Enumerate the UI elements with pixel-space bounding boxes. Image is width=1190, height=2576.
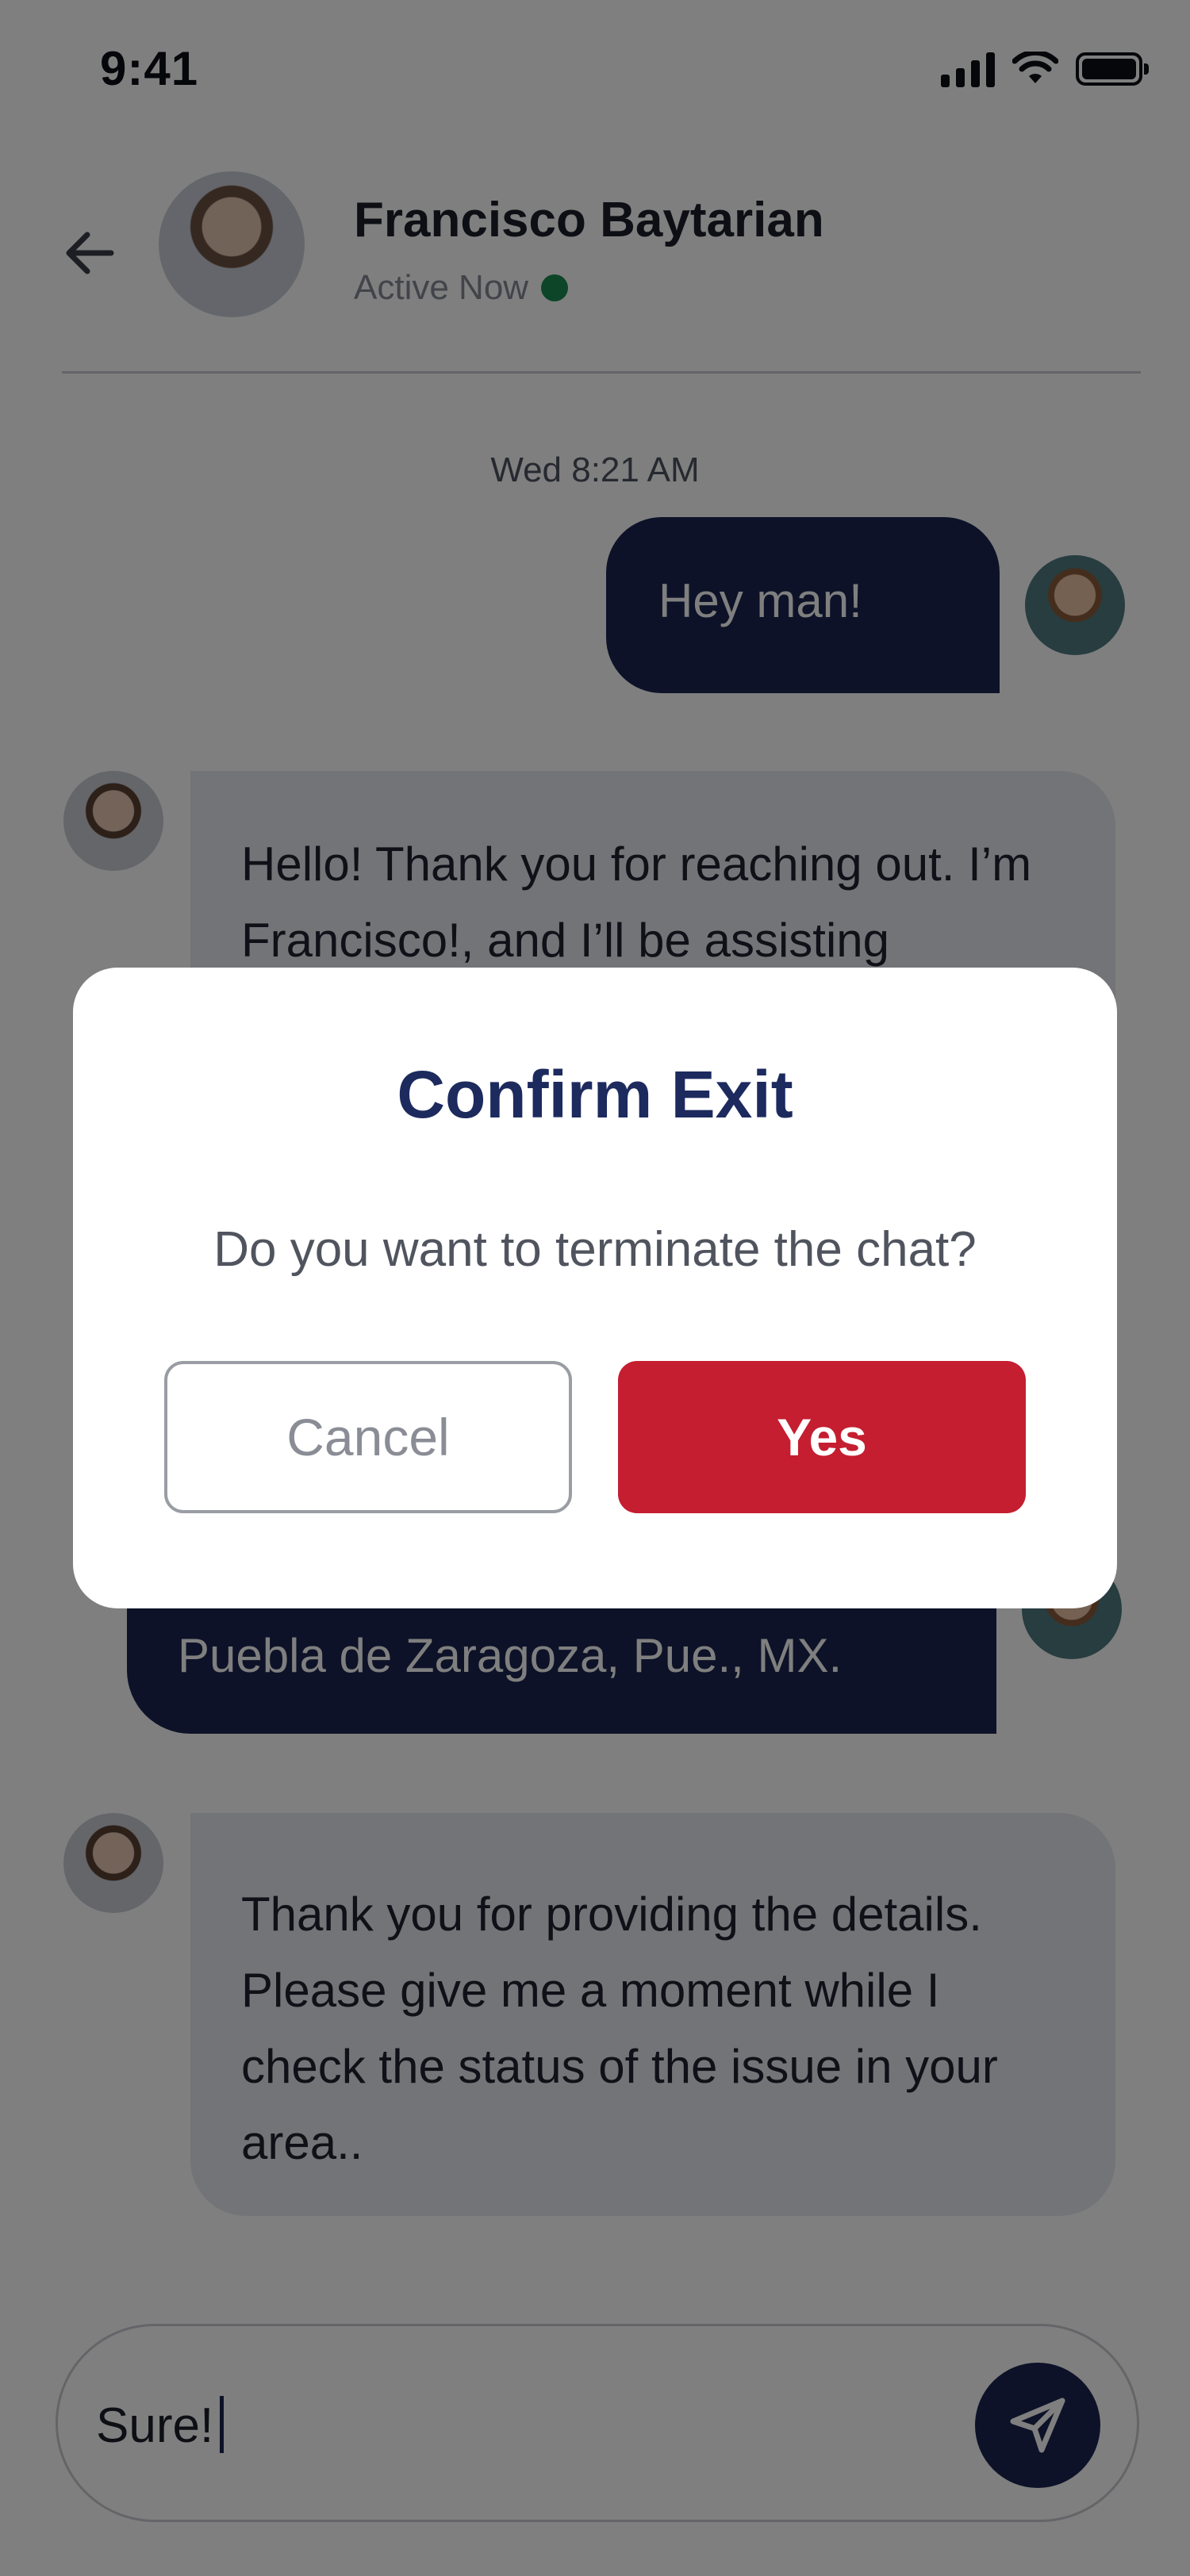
- dialog-message: Do you want to terminate the chat?: [213, 1222, 977, 1277]
- chat-screen: 9:41 Francisco Baytarian Active Now Wed …: [0, 0, 1190, 2576]
- yes-button[interactable]: Yes: [618, 1361, 1026, 1513]
- dialog-title: Confirm Exit: [397, 1057, 793, 1132]
- cancel-button[interactable]: Cancel: [164, 1361, 572, 1513]
- confirm-exit-dialog: Confirm Exit Do you want to terminate th…: [73, 968, 1117, 1608]
